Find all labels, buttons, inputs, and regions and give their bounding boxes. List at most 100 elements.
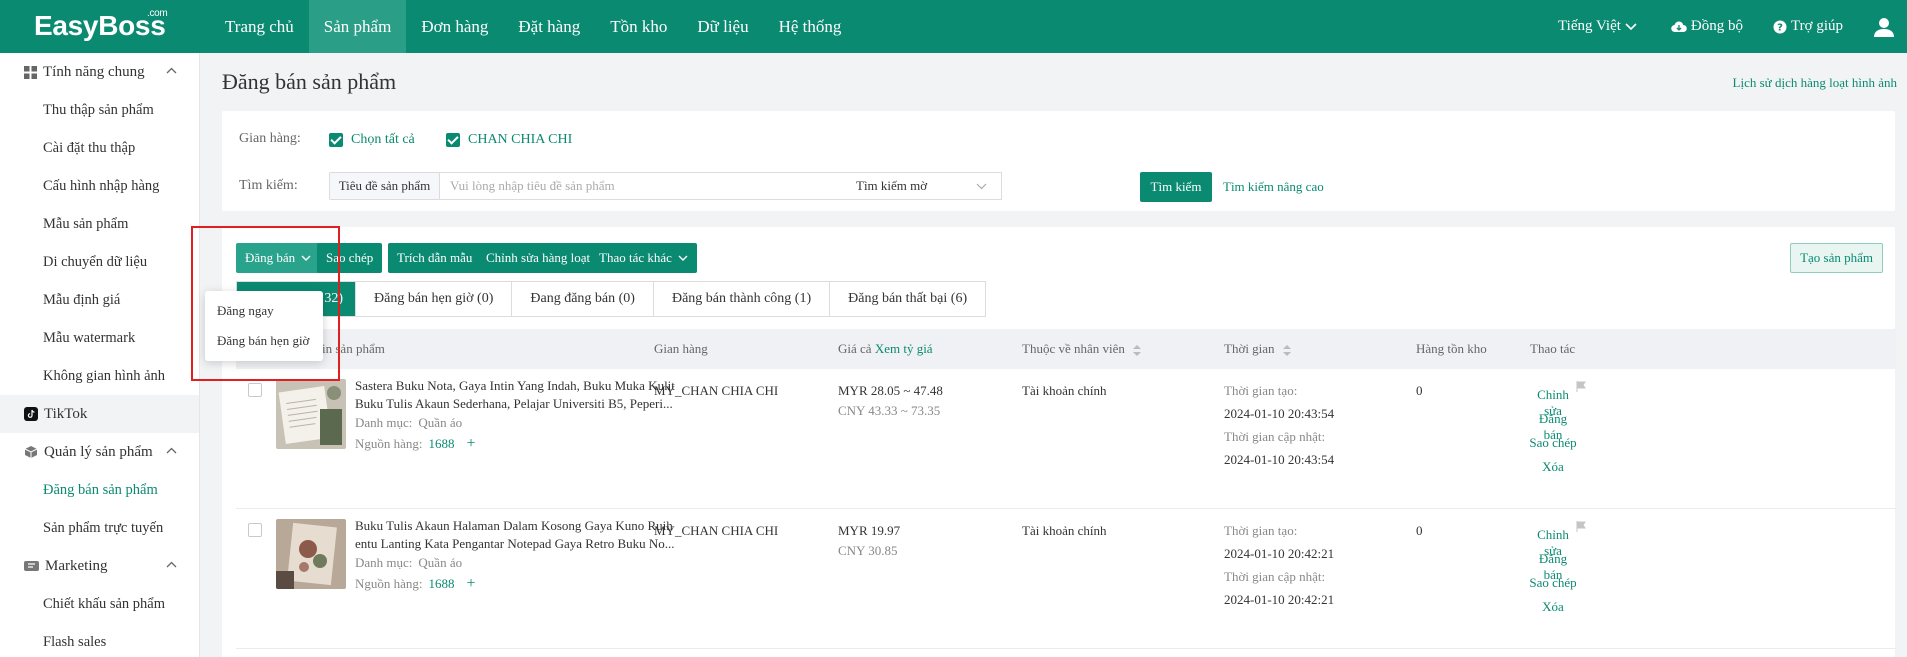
sidebar-item-image-space[interactable]: Không gian hình ảnh	[0, 357, 199, 395]
sidebar-group-general[interactable]: Tính năng chung	[0, 53, 199, 91]
sidebar-group-marketing[interactable]: Marketing	[0, 547, 199, 585]
status-tabs: 32) Đăng bán hẹn giờ (0) Đang đăng bán (…	[236, 281, 987, 317]
main-nav: Trang chủ Sản phẩm Đơn hàng Đặt hàng Tồn…	[210, 0, 856, 53]
nav-data[interactable]: Dữ liệu	[682, 0, 763, 53]
shop-checkbox[interactable]: CHAN CHIA CHI	[446, 132, 572, 148]
chevron-down-icon	[678, 255, 688, 261]
search-button[interactable]: Tìm kiếm	[1140, 172, 1212, 202]
box-icon	[24, 446, 38, 458]
sidebar-item-collect-products[interactable]: Thu thập sản phẩm	[0, 91, 199, 129]
easyboss-logo[interactable]: EasyBoss .com	[34, 8, 168, 42]
row-shop: MY_CHAN CHIA CHI	[654, 383, 779, 398]
row-stock: 0	[1416, 523, 1423, 538]
delete-link[interactable]: Xóa	[1528, 599, 1578, 615]
copy-link[interactable]: Sao chép	[1528, 575, 1578, 591]
delete-link[interactable]: Xóa	[1528, 459, 1578, 475]
price-myr: MYR 28.05 ~ 47.48	[838, 383, 943, 398]
product-thumbnail[interactable]	[276, 379, 346, 449]
search-mode-select[interactable]: Tìm kiếm mờ	[832, 172, 1002, 200]
sidebar-group-tiktok[interactable]: TikTok	[0, 395, 199, 433]
view-exchange-rate-link[interactable]: Xem tỷ giá	[875, 341, 933, 356]
th-actions: Thao tác	[1530, 341, 1576, 356]
created-label: Thời gian tạo:	[1224, 523, 1298, 538]
updated-label: Thời gian cập nhật:	[1224, 429, 1326, 444]
help-icon: ?	[1773, 20, 1787, 33]
sync-button[interactable]: Đồng bộ	[1671, 18, 1743, 35]
extract-template-button[interactable]: Trích dẫn mẫu	[388, 243, 482, 273]
row-stock: 0	[1416, 383, 1423, 398]
tab-success[interactable]: Đăng bán thành công (1)	[653, 281, 831, 317]
table-row: Buku Tulis Akaun Halaman Dalam Kosong Ga…	[236, 509, 1896, 649]
product-thumbnail[interactable]	[276, 519, 346, 589]
search-field-select[interactable]: Tiêu đề sản phẩm	[330, 173, 440, 199]
th-employee[interactable]: Thuộc về nhân viên	[1022, 329, 1142, 369]
search-label: Tìm kiếm:	[239, 178, 298, 193]
nav-inventory[interactable]: Tồn kho	[595, 0, 682, 53]
row-employee: Tài khoản chính	[1022, 523, 1107, 538]
nav-system[interactable]: Hệ thống	[764, 0, 857, 53]
create-product-button[interactable]: Tạo sản phẩm	[1790, 243, 1883, 273]
product-source: Nguồn hàng: 1688 +	[355, 575, 476, 592]
row-checkbox[interactable]	[248, 523, 262, 537]
add-source-icon[interactable]: +	[467, 435, 476, 452]
chevron-up-icon	[166, 561, 177, 568]
sidebar-item-product-discount[interactable]: Chiết khấu sản phẩm	[0, 585, 199, 623]
th-time[interactable]: Thời gian	[1224, 329, 1291, 369]
product-title[interactable]: Sastera Buku Nota, Gaya Intin Yang Indah…	[355, 377, 685, 413]
created-time: 2024-01-10 20:43:54	[1224, 406, 1335, 421]
row-shop: MY_CHAN CHIA CHI	[654, 523, 779, 538]
sidebar-item-online-products[interactable]: Sản phẩm trực tuyến	[0, 509, 199, 547]
updated-time: 2024-01-10 20:43:54	[1224, 452, 1335, 467]
sidebar-item-flash-sales[interactable]: Flash sales	[0, 623, 199, 657]
sidebar-item-pricing-templates[interactable]: Mẫu định giá	[0, 281, 199, 319]
row-checkbox[interactable]	[248, 383, 262, 397]
sidebar-item-product-templates[interactable]: Mẫu sản phẩm	[0, 205, 199, 243]
advanced-search-link[interactable]: Tìm kiếm nâng cao	[1223, 179, 1324, 195]
price-cny: CNY 30.85	[838, 543, 898, 558]
notebook-image-icon	[276, 519, 346, 589]
sidebar-item-publish-products[interactable]: Đăng bán sản phẩm	[0, 471, 199, 509]
page-title: Đăng bán sản phẩm	[222, 69, 397, 94]
user-icon[interactable]	[1873, 16, 1895, 38]
th-price: Giá cả Xem tỷ giá	[838, 341, 933, 356]
top-right-tools: Tiếng Việt Đồng bộ ? Trợ giúp	[1558, 0, 1907, 53]
sidebar-item-collect-settings[interactable]: Cài đặt thu thập	[0, 129, 199, 167]
tab-publishing[interactable]: Đang đăng bán (0)	[512, 281, 654, 317]
filter-panel: Gian hàng: Chọn tất cả CHAN CHIA CHI Tìm…	[222, 111, 1895, 211]
cloud-sync-icon	[1671, 20, 1687, 32]
product-list-panel: Đăng bán Sao chép Trích dẫn mẫu Chỉnh sử…	[222, 227, 1896, 657]
shop-label: Gian hàng:	[239, 131, 301, 146]
search-input[interactable]: Vui lòng nhập tiêu đề sản phẩm	[450, 173, 615, 199]
sidebar-item-watermark-templates[interactable]: Mẫu watermark	[0, 319, 199, 357]
nav-products[interactable]: Sản phẩm	[308, 0, 407, 53]
product-title[interactable]: Buku Tulis Akaun Halaman Dalam Kosong Ga…	[355, 517, 685, 553]
row-employee: Tài khoản chính	[1022, 383, 1107, 398]
chevron-down-icon	[976, 183, 987, 190]
sort-icon	[1133, 344, 1142, 356]
help-button[interactable]: ? Trợ giúp	[1773, 18, 1843, 35]
price-myr: MYR 19.97	[838, 523, 901, 538]
add-source-icon[interactable]: +	[467, 575, 476, 592]
sidebar-item-import-config[interactable]: Cấu hình nhập hàng	[0, 167, 199, 205]
flag-icon[interactable]	[1576, 521, 1586, 532]
nav-purchase[interactable]: Đặt hàng	[503, 0, 595, 53]
nav-home[interactable]: Trang chủ	[210, 0, 309, 53]
tab-failed[interactable]: Đăng bán thất bại (6)	[830, 281, 987, 317]
nav-orders[interactable]: Đơn hàng	[406, 0, 503, 53]
flag-icon[interactable]	[1576, 381, 1586, 392]
chevron-down-icon	[1625, 22, 1637, 30]
language-selector[interactable]: Tiếng Việt	[1558, 18, 1641, 35]
svg-text:?: ?	[1777, 22, 1783, 33]
tab-scheduled[interactable]: Đăng bán hẹn giờ (0)	[356, 281, 513, 317]
created-label: Thời gian tạo:	[1224, 383, 1298, 398]
select-all-checkbox[interactable]: Chọn tất cả	[329, 132, 415, 148]
image-translation-history-link[interactable]: Lịch sử dịch hàng loạt hình ảnh	[1733, 75, 1897, 91]
chevron-up-icon	[166, 447, 177, 454]
table-row: Sastera Buku Nota, Gaya Intin Yang Indah…	[236, 369, 1896, 509]
sidebar-item-data-migration[interactable]: Di chuyển dữ liệu	[0, 243, 199, 281]
sidebar-group-product-management[interactable]: Quản lý sản phẩm	[0, 433, 199, 471]
highlight-box	[191, 226, 340, 381]
copy-link[interactable]: Sao chép	[1528, 435, 1578, 451]
updated-label: Thời gian cập nhật:	[1224, 569, 1326, 584]
other-actions-button[interactable]: Thao tác khác	[590, 243, 697, 273]
